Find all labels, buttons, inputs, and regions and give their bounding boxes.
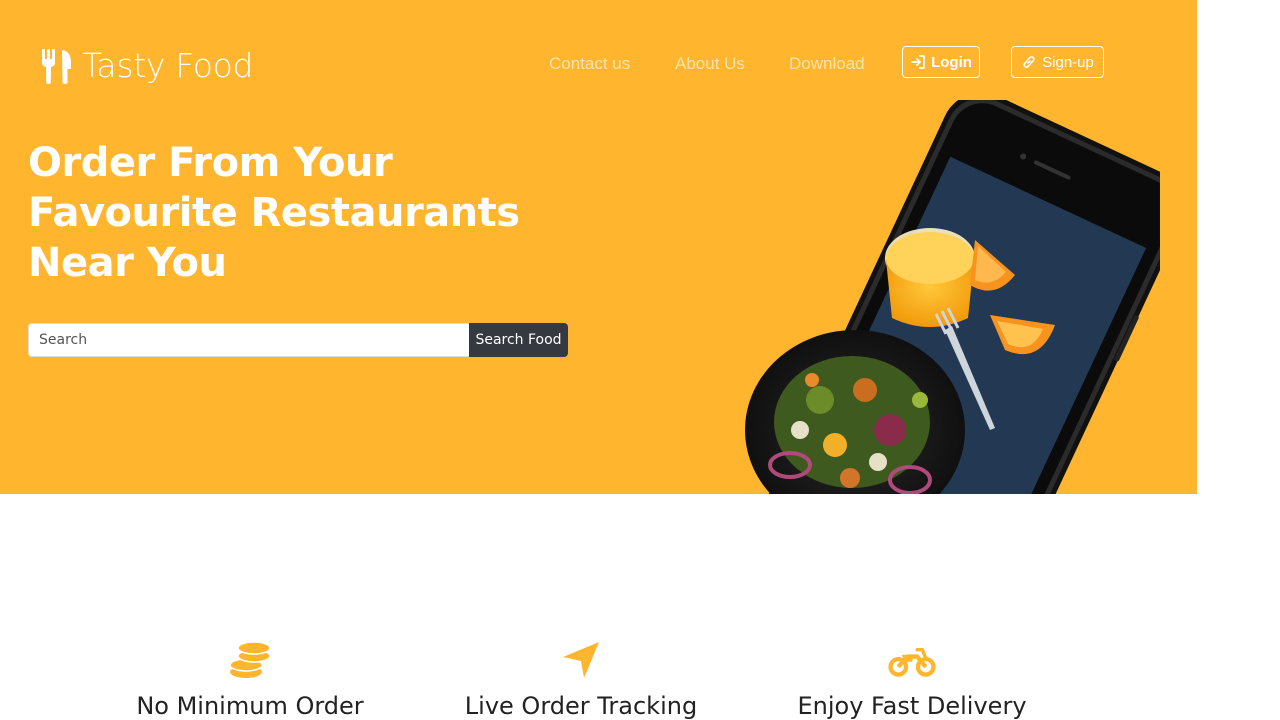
link-icon bbox=[1023, 56, 1035, 68]
brand-name: Tasty Food bbox=[82, 46, 254, 85]
search-form: Search Food bbox=[28, 323, 568, 357]
nav-link-about[interactable]: About Us bbox=[675, 54, 745, 74]
feature-title: Enjoy Fast Delivery bbox=[797, 692, 1027, 720]
sign-in-icon bbox=[911, 55, 925, 69]
headline-line-3: Near You bbox=[28, 240, 227, 286]
hero-headline: Order From Your Favourite Restaurants Ne… bbox=[28, 138, 520, 288]
feature-title: No Minimum Order bbox=[136, 692, 364, 720]
search-food-button[interactable]: Search Food bbox=[469, 323, 568, 357]
headline-line-2: Favourite Restaurants bbox=[28, 190, 520, 236]
search-input[interactable] bbox=[28, 323, 469, 357]
login-button[interactable]: Login bbox=[902, 46, 980, 78]
brand-logo[interactable]: Tasty Food bbox=[40, 46, 254, 85]
location-arrow-icon bbox=[563, 642, 599, 678]
login-label: Login bbox=[931, 53, 972, 71]
nav-link-contact[interactable]: Contact us bbox=[549, 54, 630, 74]
hero-section: Tasty Food Contact us About Us Download … bbox=[0, 0, 1197, 494]
feature-fast-delivery: Enjoy Fast Delivery bbox=[762, 636, 1062, 720]
phone-image bbox=[745, 100, 1160, 494]
feature-live-order-tracking: Live Order Tracking bbox=[431, 636, 731, 720]
feature-no-minimum-order: No Minimum Order bbox=[100, 636, 400, 720]
signup-label: Sign-up bbox=[1042, 53, 1094, 71]
motorcycle-icon bbox=[888, 648, 936, 677]
nav-link-download[interactable]: Download bbox=[789, 54, 865, 74]
feature-title: Live Order Tracking bbox=[464, 692, 698, 720]
coins-icon bbox=[229, 641, 271, 678]
utensils-icon bbox=[42, 48, 71, 84]
headline-line-1: Order From Your bbox=[28, 140, 393, 186]
signup-button[interactable]: Sign-up bbox=[1011, 46, 1104, 78]
